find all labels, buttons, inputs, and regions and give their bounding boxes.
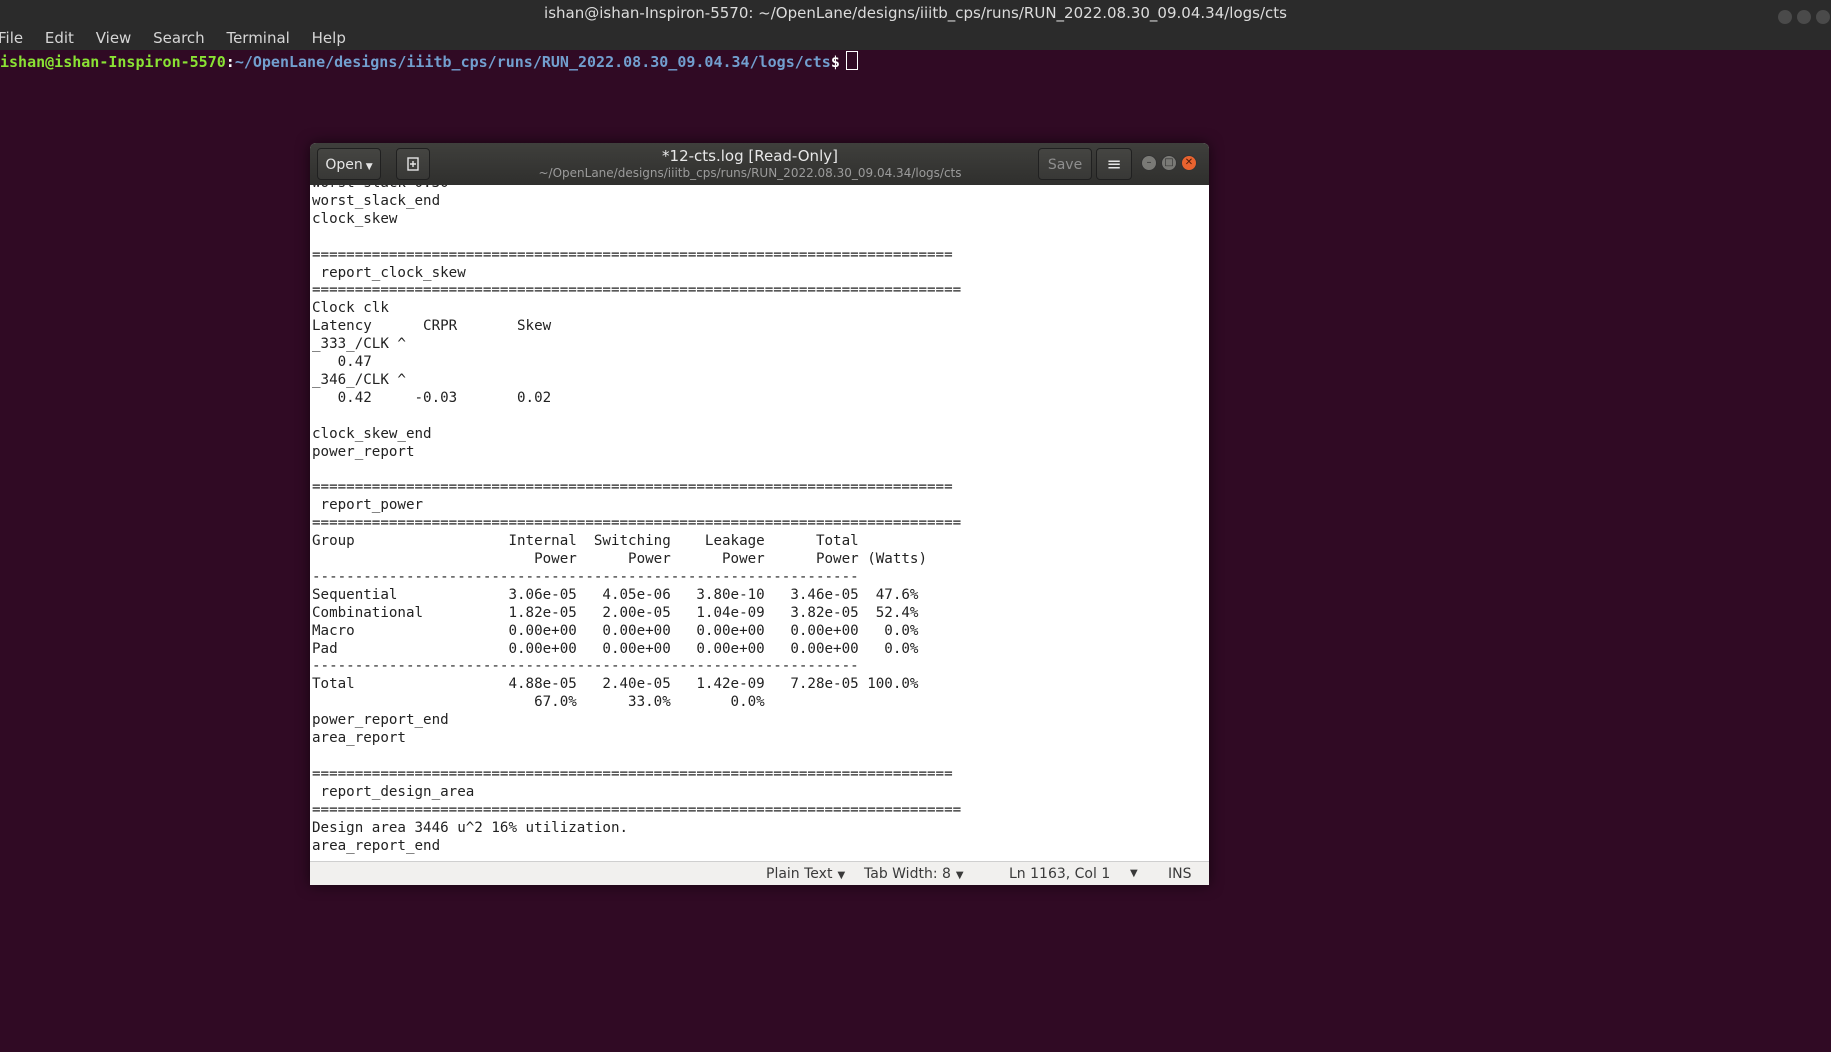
menu-file[interactable]: File [0, 29, 23, 47]
close-icon[interactable]: ✕ [1181, 155, 1197, 171]
maximize-icon[interactable]: □ [1161, 155, 1177, 171]
hamburger-menu-button[interactable]: ≡ [1096, 148, 1132, 180]
chevron-down-icon[interactable]: ▼ [1130, 862, 1138, 885]
insert-mode: INS [1168, 866, 1192, 882]
statusbar: Plain Text ▼ Tab Width: 8 ▼ Ln 1163, Col 1… [310, 861, 1209, 885]
cursor-position[interactable]: Ln 1163, Col 1 [1009, 862, 1110, 885]
chevron-down-icon: ▼ [955, 870, 964, 881]
hamburger-menu-icon: ≡ [1106, 154, 1122, 175]
menu-edit[interactable]: Edit [45, 29, 74, 47]
tab-width-selector[interactable]: Tab Width: 8 ▼ [864, 862, 964, 885]
maximize-icon[interactable] [1796, 10, 1811, 24]
minimize-icon[interactable] [1777, 10, 1792, 24]
gedit-window: Open ▼ *12-cts.log [Read-Only] ~/OpenLane… [310, 143, 1209, 885]
new-document-button[interactable] [396, 148, 430, 180]
menu-view[interactable]: View [96, 29, 132, 47]
language-selector[interactable]: Plain Text ▼ [766, 862, 845, 885]
terminal-cursor [845, 51, 858, 70]
prompt-dollar: $ [830, 53, 840, 71]
chevron-down-icon: ▼ [365, 162, 373, 172]
gedit-window-controls: – □ ✕ [1141, 155, 1207, 173]
terminal-titlebar: ishan@ishan-Inspiron-5570: ~/OpenLane/de… [0, 0, 1831, 26]
text-editor[interactable]: worst slack 0.30 worst_slack_end clock_s… [310, 185, 1209, 861]
gedit-headerbar: Open ▼ *12-cts.log [Read-Only] ~/OpenLane… [310, 143, 1209, 186]
prompt-path: ~/OpenLane/designs/iiitb_cps/runs/RUN_20… [234, 53, 831, 71]
terminal-title: ishan@ishan-Inspiron-5570: ~/OpenLane/de… [544, 4, 1287, 22]
prompt-user: ishan@ishan-Inspiron-5570 [0, 53, 226, 71]
terminal-window-controls [1771, 6, 1831, 24]
document-path: ~/OpenLane/designs/iiitb_cps/runs/RUN_20… [538, 166, 962, 180]
prompt-separator: : [225, 53, 235, 71]
document-title: *12-cts.log [Read-Only] [662, 147, 838, 165]
menu-search[interactable]: Search [153, 29, 205, 47]
minimize-icon[interactable]: – [1141, 155, 1157, 171]
close-icon[interactable] [1815, 10, 1830, 24]
menu-terminal[interactable]: Terminal [226, 29, 289, 47]
new-document-icon [407, 157, 419, 171]
open-button[interactable]: Open ▼ [317, 148, 381, 180]
terminal-prompt[interactable]: ishan@ishan-Inspiron-5570:~/OpenLane/des… [0, 50, 858, 74]
editor-content[interactable]: worst slack 0.30 worst_slack_end clock_s… [312, 185, 961, 855]
terminal-menubar: File Edit View Search Terminal Help [0, 26, 1831, 50]
language-label: Plain Text [766, 866, 833, 882]
tab-width-label: Tab Width: 8 [864, 866, 951, 882]
menu-help[interactable]: Help [312, 29, 346, 47]
save-button[interactable]: Save [1038, 148, 1092, 180]
chevron-down-icon: ▼ [837, 870, 846, 881]
open-button-label: Open [325, 157, 363, 173]
